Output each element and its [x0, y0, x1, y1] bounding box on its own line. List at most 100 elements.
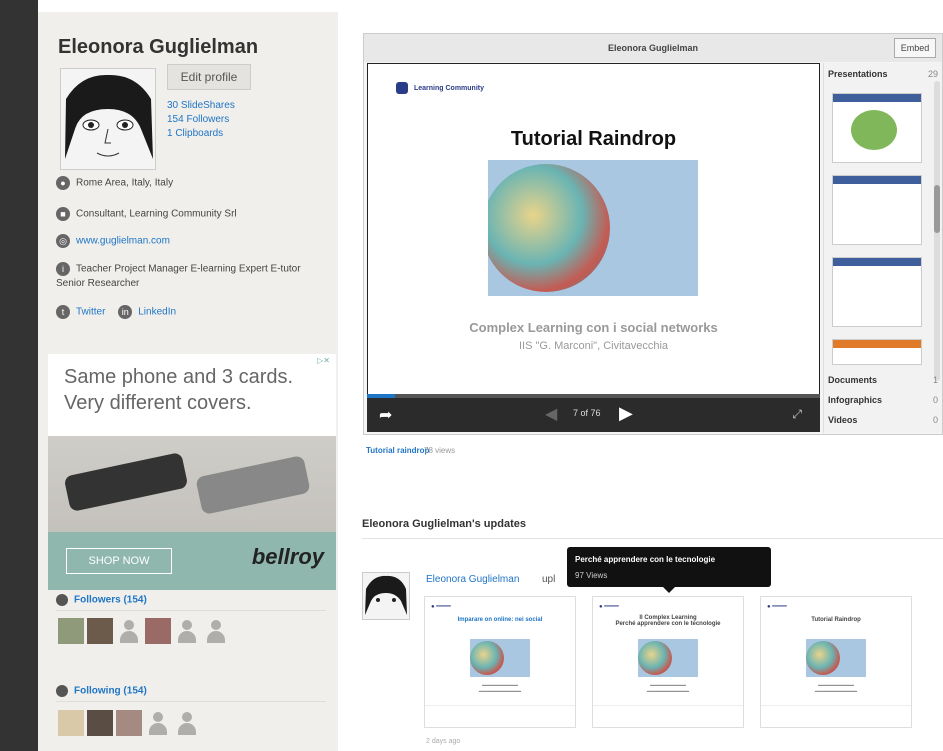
tooltip-views: 97 Views: [575, 571, 608, 580]
slideshow-player: Eleonora Guglielman Embed Learning Commu…: [363, 33, 943, 435]
location-text: Rome Area, Italy, Italy: [76, 177, 174, 189]
previous-slide-icon[interactable]: ◀: [545, 404, 557, 424]
update-card[interactable]: ● ━━━━ Tutorial Raindrop ━━━━━━━━━━━━ ━━━…: [760, 596, 912, 728]
rail-scrollbar-thumb[interactable]: [934, 185, 940, 233]
ad-headline-line-2: Very different covers.: [64, 392, 252, 414]
updates-divider: [362, 538, 943, 539]
presentation-title-link[interactable]: Tutorial raindrop: [366, 446, 429, 455]
player-controls: ➦ ◀ 7 of 76 ▶ ⤢: [367, 398, 820, 432]
update-timestamp: 2 days ago: [426, 738, 461, 745]
card-caption: ━━━━━━━━━━━━ ━━━━━━━━━━━━━━: [814, 683, 858, 695]
following-heading[interactable]: Following (154): [56, 685, 147, 697]
info-icon: i: [56, 262, 70, 276]
following-avatar[interactable]: [116, 710, 142, 736]
slide-logo: Learning Community: [396, 82, 484, 94]
card-title: Tutorial Raindrop: [811, 617, 861, 623]
location-pin-icon: ●: [56, 176, 70, 190]
next-slide-icon[interactable]: ▶: [619, 403, 633, 424]
job-text: Consultant, Learning Community Srl: [76, 208, 237, 220]
embed-button[interactable]: Embed: [894, 38, 936, 58]
default-avatar-icon[interactable]: [116, 618, 142, 644]
clover-logo-icon: [396, 82, 408, 94]
rail-thumbnail[interactable]: [832, 339, 922, 365]
globe-icon: ◎: [56, 234, 70, 248]
rail-infographics-tab[interactable]: Infographics 0: [828, 395, 938, 405]
slide-title: Tutorial Raindrop: [510, 128, 677, 150]
rail-thumbnail[interactable]: [832, 93, 922, 163]
card-logo: ● ━━━━: [431, 604, 451, 610]
update-verb: upl: [542, 574, 556, 585]
follower-avatar[interactable]: [87, 618, 113, 644]
card-image: [806, 639, 866, 677]
rail-presentations-tab[interactable]: Presentations 29: [828, 69, 938, 79]
rail-videos-tab[interactable]: Videos 0: [828, 415, 938, 425]
card-caption: ━━━━━━━━━━━━ ━━━━━━━━━━━━━━: [478, 683, 522, 695]
following-label: Following (154): [74, 685, 147, 697]
followers-icon: [56, 594, 68, 606]
follower-avatar[interactable]: [58, 618, 84, 644]
presentation-views: 78 views: [424, 446, 456, 455]
brand-logo: bellroy: [251, 544, 324, 569]
followers-heading[interactable]: Followers (154): [56, 594, 147, 606]
default-avatar-icon[interactable]: [145, 710, 171, 736]
grey-phone-image: [195, 454, 311, 516]
followers-divider: [56, 610, 326, 611]
profile-sidebar: Eleonora Guglielman Edit profile 30 Slid…: [38, 12, 338, 751]
default-avatar-icon[interactable]: [174, 710, 200, 736]
player-title: Eleonora Guglielman: [364, 34, 942, 62]
followers-thumbnails: [58, 618, 232, 644]
bio-text: Teacher Project Manager E-learning Exper…: [56, 263, 301, 289]
rail-thumbnail[interactable]: [832, 257, 922, 327]
card-tooltip: Perché apprendere con le tecnologie 97 V…: [567, 547, 771, 593]
website-link[interactable]: www.guglielman.com: [76, 236, 170, 247]
following-avatar[interactable]: [87, 710, 113, 736]
ad-choices-icon[interactable]: ▷✕: [317, 356, 330, 365]
profile-name[interactable]: Eleonora Guglielman: [58, 36, 258, 59]
linkedin-link[interactable]: LinkedIn: [138, 307, 176, 318]
card-logo: ● ━━━━: [767, 604, 787, 610]
update-card[interactable]: ● ━━━━ Imparare on online: nei social ━━…: [424, 596, 576, 728]
shop-now-button[interactable]: SHOP NOW: [66, 548, 172, 574]
tooltip-title: Perché apprendere con le tecnologie: [575, 555, 716, 564]
avatar[interactable]: [60, 68, 156, 170]
update-author-link[interactable]: Eleonora Guglielman: [426, 574, 519, 585]
website-row: ◎ www.guglielman.com: [56, 234, 170, 248]
slide-subtitle: Complex Learning con i social networks: [469, 320, 718, 335]
share-icon[interactable]: ➦: [379, 405, 392, 425]
update-card[interactable]: ● ━━━━ Il Complex Learning Perché appren…: [592, 596, 744, 728]
card-image: [470, 639, 530, 677]
card-title: Imparare on online: nei social: [457, 617, 543, 623]
followers-label: Followers (154): [74, 594, 147, 606]
rail-thumbnail[interactable]: [832, 175, 922, 245]
followers-link[interactable]: 154 Followers: [167, 114, 229, 125]
following-divider: [56, 701, 326, 702]
card-title: Il Complex Learning Perché apprendere co…: [615, 615, 721, 627]
following-avatar[interactable]: [58, 710, 84, 736]
following-icon: [56, 685, 68, 697]
twitter-link[interactable]: Twitter: [76, 307, 105, 318]
card-caption: ━━━━━━━━━━━━ ━━━━━━━━━━━━━━: [646, 683, 690, 695]
left-dark-strip: [0, 0, 38, 751]
fullscreen-icon[interactable]: ⤢: [792, 407, 802, 422]
default-avatar-icon[interactable]: [174, 618, 200, 644]
rubber-band-ball-image: [488, 160, 698, 296]
slideshares-link[interactable]: 30 SlideShares: [167, 100, 235, 111]
ad-headline: Same phone and 3 cards. Very different c…: [48, 354, 336, 426]
location-row: ● Rome Area, Italy, Italy: [56, 176, 173, 190]
related-rail: Presentations 29 Documents 1 Infographics 0…: [823, 63, 942, 433]
default-avatar-icon[interactable]: [203, 618, 229, 644]
edit-profile-button[interactable]: Edit profile: [167, 64, 251, 90]
update-avatar[interactable]: [362, 572, 410, 620]
social-row: t Twitter in LinkedIn: [56, 305, 176, 319]
card-image: [638, 639, 698, 677]
advertisement[interactable]: ▷✕ Same phone and 3 cards. Very differen…: [48, 354, 336, 590]
follower-avatar[interactable]: [145, 618, 171, 644]
briefcase-icon: ■: [56, 207, 70, 221]
rail-documents-tab[interactable]: Documents 1: [828, 375, 938, 385]
page-counter: 7 of 76: [573, 408, 601, 418]
updates-heading: Eleonora Guglielman's updates: [362, 518, 526, 530]
ad-headline-line-1: Same phone and 3 cards.: [64, 366, 294, 388]
clipboards-link[interactable]: 1 Clipboards: [167, 128, 223, 139]
current-slide[interactable]: Learning Community Tutorial Raindrop Com…: [367, 63, 820, 395]
slide-venue: IIS "G. Marconi", Civitavecchia: [518, 340, 669, 352]
